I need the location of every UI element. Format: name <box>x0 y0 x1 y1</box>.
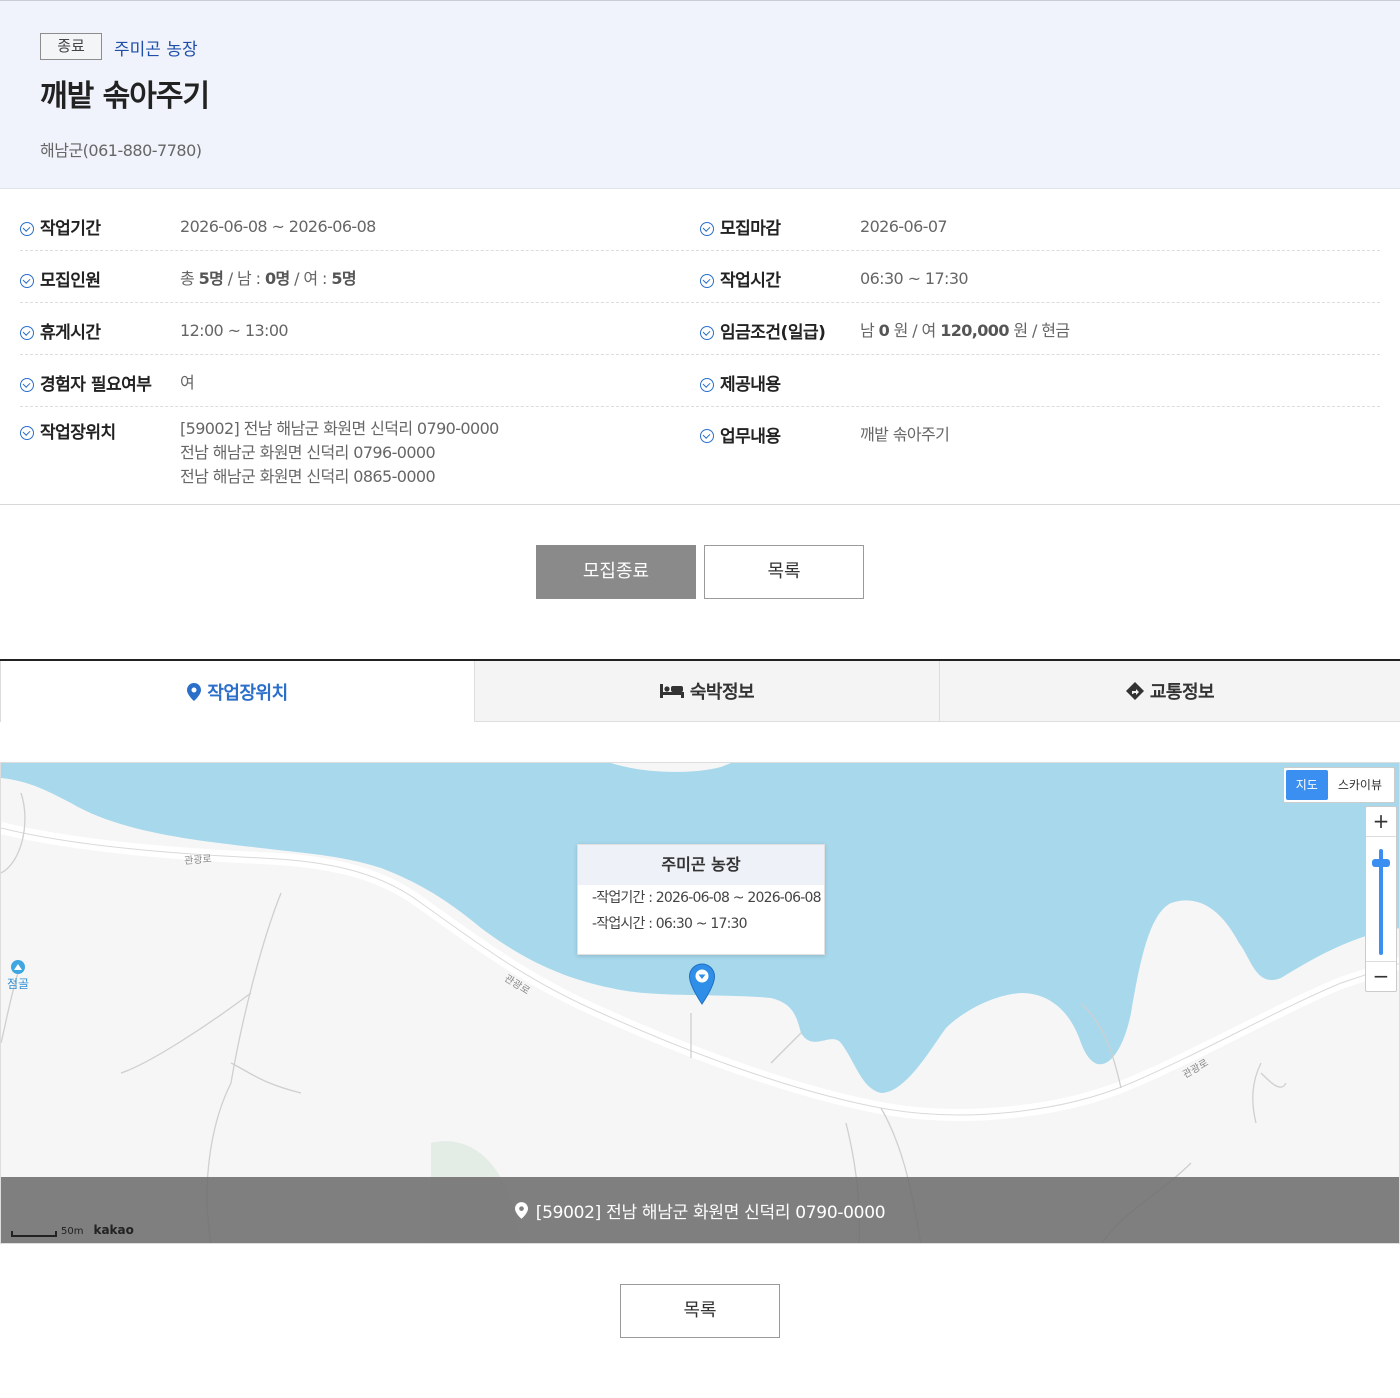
map-address-bar: [59002] 전남 해남군 화원면 신덕리 0790-0000 <box>1 1177 1399 1243</box>
location-map[interactable]: 관광로 관광로 관광로 점골 주미곤 농장 -작업기간 : 2026-06-08… <box>0 762 1400 1244</box>
check-circle-icon <box>700 429 714 443</box>
info-window-title: 주미곤 농장 <box>578 845 824 885</box>
check-circle-icon <box>700 326 714 340</box>
job-header: 종료 주미곤 농장 깨밭 솎아주기 해남군(061-880-7780) <box>0 0 1400 189</box>
tab-transport[interactable]: 교통정보 <box>939 661 1400 722</box>
list-button[interactable]: 목록 <box>704 545 864 599</box>
recruitment-closed-button[interactable]: 모집종료 <box>536 545 696 599</box>
map-type-roadmap[interactable]: 지도 <box>1285 770 1328 800</box>
check-circle-icon <box>700 222 714 236</box>
map-provider-logo: kakao <box>93 1223 134 1237</box>
map-scale: 50m kakao <box>11 1223 134 1237</box>
check-circle-icon <box>20 326 34 340</box>
map-type-skyview[interactable]: 스카이뷰 <box>1328 770 1392 800</box>
map-type-switch: 지도 스카이뷰 <box>1282 767 1395 803</box>
bed-icon <box>659 684 684 698</box>
mountain-poi-icon <box>11 960 26 974</box>
list-button-bottom[interactable]: 목록 <box>620 1284 780 1338</box>
location-marker-icon[interactable] <box>688 963 716 1005</box>
info-row: 휴게시간 12:00 ~ 13:00 임금조건(일급) 남 0 원 / 여 12… <box>20 303 1380 355</box>
contact-info: 해남군(061-880-7780) <box>40 141 202 160</box>
farm-name: 주미곤 농장 <box>114 40 198 60</box>
direction-sign-icon <box>1125 682 1144 700</box>
location-line: [59002] 전남 해남군 화원면 신덕리 0790-0000 <box>180 419 499 438</box>
scale-text: 50m <box>61 1226 84 1237</box>
info-window: 주미곤 농장 -작업기간 : 2026-06-08 ~ 2026-06-08 -… <box>577 844 825 955</box>
info-row: 경험자 필요여부 여 제공내용 <box>20 355 1380 407</box>
location-line: 전남 해남군 화원면 신덕리 0865-0000 <box>180 467 436 486</box>
map-pin-icon <box>187 682 202 701</box>
status-badge: 종료 <box>40 33 102 60</box>
location-line: 전남 해남군 화원면 신덕리 0796-0000 <box>180 443 436 462</box>
zoom-in-button[interactable]: + <box>1366 807 1396 837</box>
place-marker[interactable]: 점골 <box>7 960 29 992</box>
check-circle-icon <box>20 378 34 392</box>
zoom-control: + − <box>1365 806 1397 992</box>
check-circle-icon <box>700 274 714 288</box>
info-row: 모집인원 총 5명 / 남 : 0명 / 여 : 5명 작업시간 06:30 ~… <box>20 251 1380 303</box>
map-address: [59002] 전남 해남군 화원면 신덕리 0790-0000 <box>535 1203 886 1223</box>
check-circle-icon <box>20 426 34 440</box>
road-label: 관광로 <box>183 853 213 868</box>
check-circle-icon <box>20 274 34 288</box>
info-row: 작업기간 2026-06-08 ~ 2026-06-08 모집마감 2026-0… <box>20 199 1380 251</box>
divider <box>0 504 1400 505</box>
tab-work-location[interactable]: 작업장위치 <box>0 661 474 722</box>
scale-bar <box>11 1231 57 1237</box>
tab-lodging[interactable]: 숙박정보 <box>474 661 939 722</box>
check-circle-icon <box>700 378 714 392</box>
zoom-out-button[interactable]: − <box>1366 961 1396 991</box>
info-window-period: -작업기간 : 2026-06-08 ~ 2026-06-08 <box>592 890 822 906</box>
map-pin-icon <box>514 1202 528 1219</box>
page-title: 깨밭 솎아주기 <box>40 79 210 114</box>
info-window-time: -작업시간 : 06:30 ~ 17:30 <box>592 916 748 932</box>
zoom-slider-handle[interactable] <box>1372 859 1390 867</box>
detail-tabs: 작업장위치 숙박정보 교통정보 <box>0 659 1400 722</box>
check-circle-icon <box>20 222 34 236</box>
info-row: 작업장위치 [59002] 전남 해남군 화원면 신덕리 0790-0000 전… <box>20 407 1380 504</box>
